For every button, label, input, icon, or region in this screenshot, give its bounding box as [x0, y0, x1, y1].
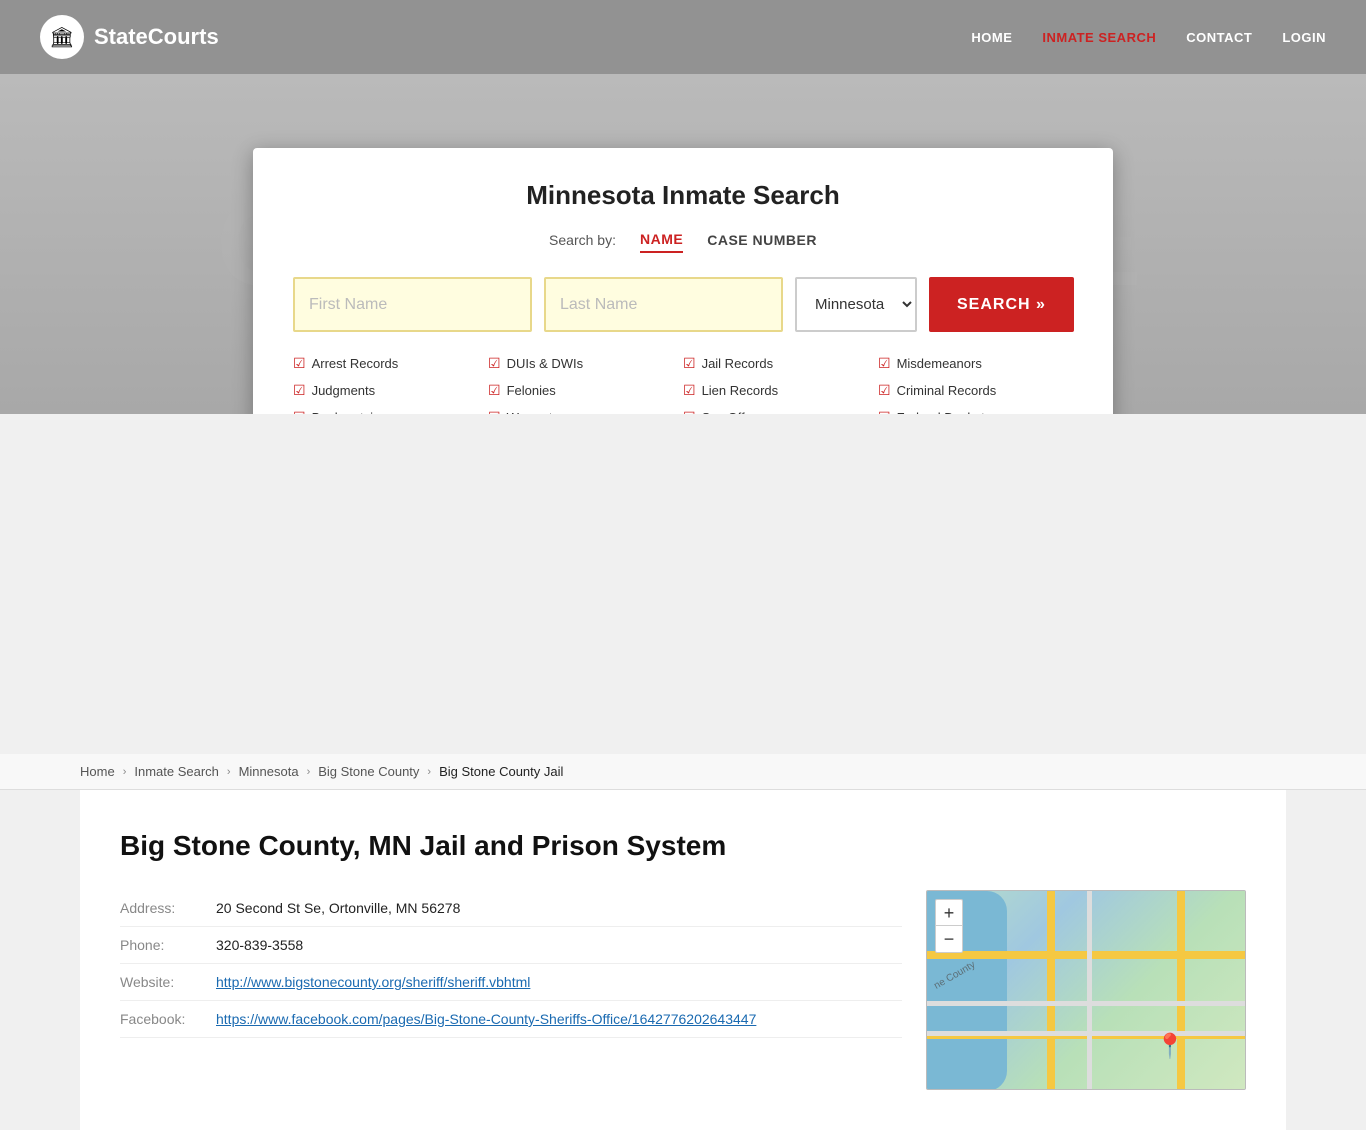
header: 🏛 StateCourts HOME INMATE SEARCH CONTACT…: [0, 0, 1366, 74]
nav-inmate-search[interactable]: INMATE SEARCH: [1042, 30, 1156, 45]
website-label: Website:: [120, 974, 200, 990]
breadcrumb: Home › Inmate Search › Minnesota › Big S…: [0, 754, 1366, 790]
facebook-link[interactable]: https://www.facebook.com/pages/Big-Stone…: [216, 1011, 756, 1027]
feature-arrest-records: ☑ Arrest Records: [293, 352, 488, 375]
address-row: Address: 20 Second St Se, Ortonville, MN…: [120, 890, 902, 927]
feature-label: DUIs & DWIs: [507, 356, 584, 371]
check-icon: ☑: [683, 355, 696, 372]
feature-label: Warrants: [507, 410, 559, 414]
last-name-input[interactable]: [544, 277, 783, 332]
phone-label: Phone:: [120, 937, 200, 953]
search-tabs: Search by: NAME CASE NUMBER: [293, 227, 1073, 253]
jail-title: Big Stone County, MN Jail and Prison Sys…: [120, 830, 1246, 862]
map-road-minor: [1087, 891, 1092, 1089]
breadcrumb-sep: ›: [227, 766, 231, 778]
state-select[interactable]: Minnesota Alabama Alaska Arizona Arkansa…: [795, 277, 917, 332]
map-background: ne County 📍: [927, 891, 1245, 1089]
map-zoom-in[interactable]: +: [936, 900, 962, 926]
feature-label: Federal Dockets: [897, 410, 992, 414]
map-container[interactable]: ne County 📍 + −: [926, 890, 1246, 1090]
check-icon: ☑: [293, 409, 306, 414]
nav-contact[interactable]: CONTACT: [1186, 30, 1252, 45]
feature-label: Lien Records: [702, 383, 779, 398]
map-controls: + −: [935, 899, 963, 953]
logo-area: 🏛 StateCourts: [40, 15, 219, 59]
feature-label: Criminal Records: [897, 383, 997, 398]
search-by-label: Search by:: [549, 232, 616, 248]
info-section: Address: 20 Second St Se, Ortonville, MN…: [120, 890, 902, 1090]
check-icon: ☑: [878, 409, 891, 414]
map-road-minor: [927, 1001, 1245, 1006]
website-row: Website: http://www.bigstonecounty.org/s…: [120, 964, 902, 1001]
check-icon: ☑: [293, 355, 306, 372]
breadcrumb-home[interactable]: Home: [80, 764, 115, 779]
feature-jail-records: ☑ Jail Records: [683, 352, 878, 375]
first-name-input[interactable]: [293, 277, 532, 332]
map-pin: 📍: [1155, 1032, 1185, 1061]
nav-login[interactable]: LOGIN: [1282, 30, 1326, 45]
feature-label: Sex Offenses: [702, 410, 780, 414]
facebook-row: Facebook: https://www.facebook.com/pages…: [120, 1001, 902, 1038]
website-link[interactable]: http://www.bigstonecounty.org/sheriff/sh…: [216, 974, 530, 990]
map-section: ne County 📍 + −: [926, 890, 1246, 1090]
breadcrumb-inmate-search[interactable]: Inmate Search: [134, 764, 219, 779]
feature-label: Jail Records: [702, 356, 774, 371]
check-icon: ☑: [878, 355, 891, 372]
logo-text[interactable]: StateCourts: [94, 24, 219, 50]
logo-icon: 🏛: [40, 15, 84, 59]
check-icon: ☑: [488, 382, 501, 399]
feature-duis: ☑ DUIs & DWIs: [488, 352, 683, 375]
facebook-label: Facebook:: [120, 1011, 200, 1027]
breadcrumb-sep: ›: [307, 766, 311, 778]
feature-federal-dockets: ☑ Federal Dockets: [878, 406, 1073, 414]
map-road: [927, 951, 1245, 959]
feature-warrants: ☑ Warrants: [488, 406, 683, 414]
tab-case-number[interactable]: CASE NUMBER: [707, 228, 817, 252]
check-icon: ☑: [293, 382, 306, 399]
search-card: Minnesota Inmate Search Search by: NAME …: [253, 148, 1113, 414]
feature-felonies: ☑ Felonies: [488, 379, 683, 402]
map-zoom-out[interactable]: −: [936, 926, 962, 952]
features-grid: ☑ Arrest Records ☑ DUIs & DWIs ☑ Jail Re…: [293, 352, 1073, 414]
breadcrumb-sep: ›: [427, 766, 431, 778]
search-card-title: Minnesota Inmate Search: [293, 180, 1073, 211]
check-icon: ☑: [683, 409, 696, 414]
feature-bankruptcies: ☑ Bankruptcies: [293, 406, 488, 414]
feature-label: Bankruptcies: [312, 410, 387, 414]
address-label: Address:: [120, 900, 200, 916]
nav: HOME INMATE SEARCH CONTACT LOGIN: [971, 30, 1326, 45]
check-icon: ☑: [683, 382, 696, 399]
feature-judgments: ☑ Judgments: [293, 379, 488, 402]
feature-label: Arrest Records: [312, 356, 399, 371]
main-content: Address: 20 Second St Se, Ortonville, MN…: [120, 890, 1246, 1090]
check-icon: ☑: [878, 382, 891, 399]
feature-sex-offenses: ☑ Sex Offenses: [683, 406, 878, 414]
feature-label: Judgments: [312, 383, 376, 398]
tab-name[interactable]: NAME: [640, 227, 683, 253]
breadcrumb-sep: ›: [123, 766, 127, 778]
check-icon: ☑: [488, 409, 501, 414]
map-road-minor: [927, 1031, 1245, 1036]
phone-row: Phone: 320-839-3558: [120, 927, 902, 964]
feature-lien-records: ☑ Lien Records: [683, 379, 878, 402]
check-icon: ☑: [488, 355, 501, 372]
phone-value: 320-839-3558: [216, 937, 303, 953]
map-road: [1047, 891, 1055, 1089]
nav-home[interactable]: HOME: [971, 30, 1012, 45]
breadcrumb-current: Big Stone County Jail: [439, 764, 563, 779]
breadcrumb-big-stone-county[interactable]: Big Stone County: [318, 764, 419, 779]
breadcrumb-minnesota[interactable]: Minnesota: [239, 764, 299, 779]
feature-label: Felonies: [507, 383, 556, 398]
hero-background: COURTHOUSE Minnesota Inmate Search Searc…: [0, 74, 1366, 414]
address-value: 20 Second St Se, Ortonville, MN 56278: [216, 900, 460, 916]
feature-label: Misdemeanors: [897, 356, 982, 371]
search-button[interactable]: SEARCH »: [929, 277, 1074, 332]
search-form: Minnesota Alabama Alaska Arizona Arkansa…: [293, 277, 1073, 332]
feature-misdemeanors: ☑ Misdemeanors: [878, 352, 1073, 375]
content-area: Big Stone County, MN Jail and Prison Sys…: [80, 790, 1286, 1130]
feature-criminal-records: ☑ Criminal Records: [878, 379, 1073, 402]
